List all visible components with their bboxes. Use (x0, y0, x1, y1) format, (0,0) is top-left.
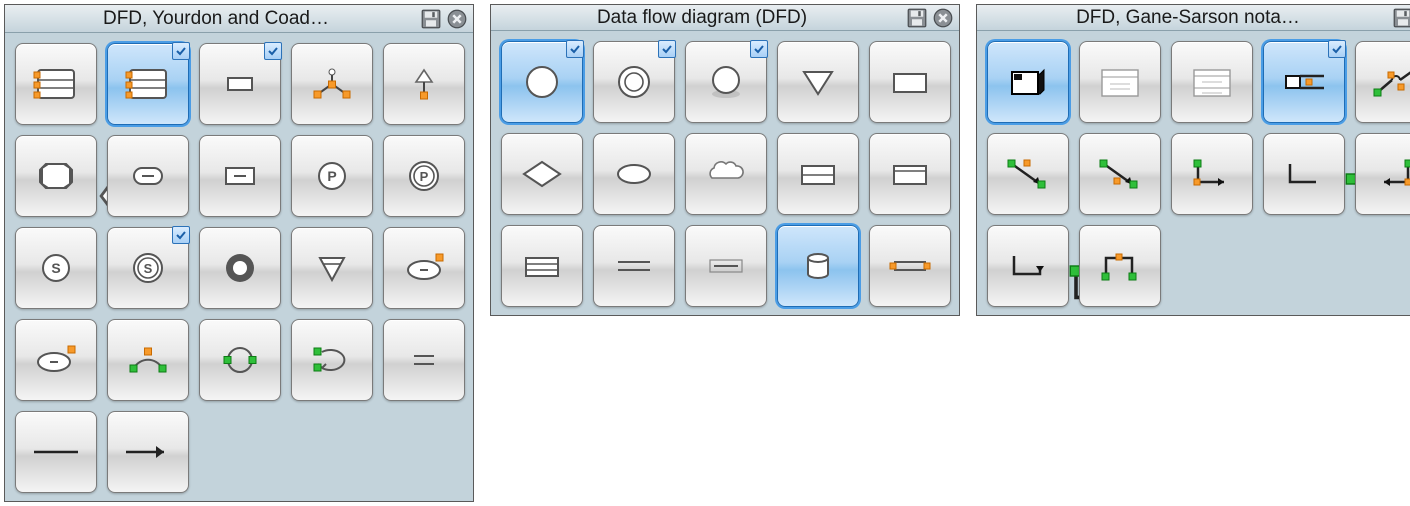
shape-circle-p[interactable]: P (291, 135, 373, 217)
shape-triangle-down[interactable] (291, 227, 373, 309)
shape-rect-bar-top[interactable] (869, 133, 951, 215)
shapes-grid-dfd (491, 31, 959, 315)
shape-circle-p-double[interactable]: P (383, 135, 465, 217)
shape-diamond[interactable] (501, 133, 583, 215)
shape-thick-ring[interactable] (199, 227, 281, 309)
shape-elbow-right-down[interactable] (1355, 133, 1410, 215)
library-mark-icon (264, 42, 282, 60)
close-icon[interactable] (933, 8, 953, 28)
shape-circle-s[interactable]: S (15, 227, 97, 309)
panel-title: Data flow diagram (DFD) (497, 7, 907, 29)
panel-yourdon-coad: DFD, Yourdon and Coad… (4, 4, 474, 502)
shape-rounded-minus[interactable] (107, 135, 189, 217)
shape-rect-white[interactable] (869, 41, 951, 123)
svg-text:P: P (327, 168, 336, 184)
shape-arc-green-orange[interactable] (107, 319, 189, 401)
shape-elbow-up-right[interactable] (1263, 133, 1345, 215)
shape-state-triangle-top[interactable] (383, 43, 465, 125)
svg-text:P: P (420, 169, 429, 184)
shape-state-tree-orange[interactable] (291, 43, 373, 125)
library-mark-icon (172, 42, 190, 60)
shape-circle-double[interactable] (593, 41, 675, 123)
shape-circle-s-double[interactable]: S (107, 227, 189, 309)
library-mark-icon (658, 40, 676, 58)
shape-datastore-lines[interactable] (501, 225, 583, 307)
shape-circle-big[interactable] (501, 41, 583, 123)
shape-hex-open[interactable] (15, 135, 97, 217)
shape-ellipse-minus-handle[interactable] (15, 319, 97, 401)
panel-title: DFD, Gane-Sarson nota… (983, 7, 1393, 29)
shape-rect-minus[interactable] (199, 135, 281, 217)
panel-header[interactable]: DFD, Yourdon and Coad… (5, 5, 473, 33)
library-mark-icon (566, 40, 584, 58)
shape-double-line-short[interactable] (383, 319, 465, 401)
library-mark-icon (1328, 40, 1346, 58)
shape-entity-rect-small[interactable] (199, 43, 281, 125)
shape-ellipse-minus-handles[interactable] (383, 227, 465, 309)
shape-u-up-green[interactable] (1079, 225, 1161, 307)
shapes-grid-yc: P P S S (5, 33, 473, 501)
svg-text:S: S (144, 261, 153, 276)
shape-datastore-multi-orange[interactable] (15, 43, 97, 125)
panel-title: DFD, Yourdon and Coad… (11, 8, 421, 30)
shape-datastore-line-split[interactable] (1263, 41, 1345, 123)
shape-process-3d[interactable] (987, 41, 1069, 123)
shape-line-plain[interactable] (15, 411, 97, 493)
shape-rect-bar-mid[interactable] (777, 133, 859, 215)
shape-ellipse[interactable] (593, 133, 675, 215)
svg-text:S: S (51, 260, 60, 276)
shape-elbow-down-right[interactable] (1171, 133, 1253, 215)
panel-gane-sarson: DFD, Gane-Sarson nota… (976, 4, 1410, 316)
shape-flow-cross-green[interactable] (1355, 41, 1410, 123)
shape-datastore-multi-orange-sel[interactable] (107, 43, 189, 125)
close-icon[interactable] (447, 9, 467, 29)
shape-circle-green-handles[interactable] (199, 319, 281, 401)
panel-header[interactable]: DFD, Gane-Sarson nota… (977, 5, 1410, 31)
save-icon[interactable] (907, 8, 927, 28)
shape-connector-diag-down[interactable] (987, 133, 1069, 215)
library-mark-icon (172, 226, 190, 244)
save-icon[interactable] (421, 9, 441, 29)
shape-datastore-handles[interactable] (869, 225, 951, 307)
shape-arrow-right[interactable] (107, 411, 189, 493)
save-icon[interactable] (1393, 8, 1410, 28)
shape-connector-diag-up[interactable] (1079, 133, 1161, 215)
shapes-grid-gs (977, 31, 1410, 315)
shape-cylinder[interactable] (777, 225, 859, 307)
shape-double-line[interactable] (593, 225, 675, 307)
shape-circle-shadow[interactable] (685, 41, 767, 123)
shape-process-text[interactable] (1079, 41, 1161, 123)
panel-dfd: Data flow diagram (DFD) (490, 4, 960, 316)
library-mark-icon (750, 40, 768, 58)
shape-single-line-box[interactable] (685, 225, 767, 307)
shape-cloud[interactable] (685, 133, 767, 215)
shape-process-text-2[interactable] (1171, 41, 1253, 123)
shape-loop-back[interactable] (291, 319, 373, 401)
shape-u-down-right[interactable] (987, 225, 1069, 307)
panel-header[interactable]: Data flow diagram (DFD) (491, 5, 959, 31)
shape-triangle-down-white[interactable] (777, 41, 859, 123)
